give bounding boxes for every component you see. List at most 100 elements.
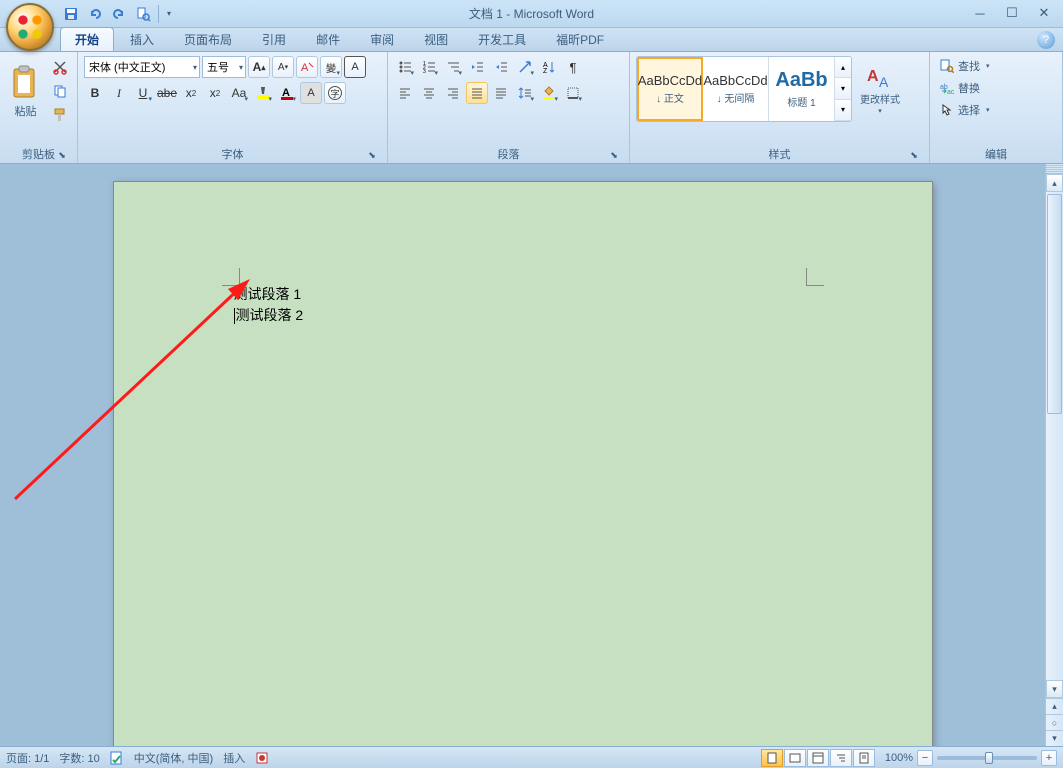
tab-review[interactable]: 审阅 bbox=[356, 28, 408, 51]
subscript-button[interactable]: x2 bbox=[180, 82, 202, 104]
tab-insert[interactable]: 插入 bbox=[116, 28, 168, 51]
scroll-track[interactable] bbox=[1046, 192, 1063, 680]
find-button[interactable]: 查找▾ bbox=[936, 56, 994, 76]
document-body[interactable]: 测试段落 1 测试段落 2 bbox=[234, 284, 304, 326]
status-words[interactable]: 字数: 10 bbox=[59, 750, 99, 766]
underline-button[interactable]: U bbox=[132, 82, 154, 104]
zoom-in-button[interactable]: + bbox=[1041, 750, 1057, 766]
office-button[interactable] bbox=[6, 3, 54, 51]
scroll-thumb[interactable] bbox=[1047, 194, 1062, 414]
style-normal[interactable]: AaBbCcDd ↓ 正文 bbox=[637, 57, 703, 121]
zoom-thumb[interactable] bbox=[985, 752, 993, 764]
scroll-up-icon[interactable]: ▴ bbox=[1046, 174, 1063, 192]
asian-layout-button[interactable] bbox=[514, 56, 536, 78]
qat-customize-icon[interactable]: ▾ bbox=[163, 3, 175, 25]
redo-icon[interactable] bbox=[108, 3, 130, 25]
paragraph-launcher-icon[interactable]: ⬊ bbox=[607, 148, 621, 162]
line-spacing-button[interactable] bbox=[514, 82, 536, 104]
undo-icon[interactable] bbox=[84, 3, 106, 25]
increase-indent-button[interactable] bbox=[490, 56, 512, 78]
font-size-combo[interactable]: 五号▾ bbox=[202, 56, 246, 78]
style-scroll-up-icon[interactable]: ▴ bbox=[835, 57, 851, 78]
cut-icon[interactable] bbox=[49, 56, 71, 78]
borders-button[interactable] bbox=[562, 82, 584, 104]
minimize-button[interactable]: ─ bbox=[967, 4, 993, 22]
tab-mailings[interactable]: 邮件 bbox=[302, 28, 354, 51]
enclose-char-icon[interactable]: 字 bbox=[324, 82, 346, 104]
bold-button[interactable]: B bbox=[84, 82, 106, 104]
browse-prev-icon[interactable]: ▴ bbox=[1046, 698, 1063, 714]
replace-button[interactable]: abac替换 bbox=[936, 78, 994, 98]
split-handle[interactable] bbox=[1046, 164, 1063, 174]
style-heading1[interactable]: AaBb 标题 1 bbox=[769, 57, 835, 121]
view-print-layout-icon[interactable] bbox=[761, 749, 783, 767]
decrease-indent-button[interactable] bbox=[466, 56, 488, 78]
clear-format-icon[interactable]: A bbox=[296, 56, 318, 78]
multilevel-list-button[interactable] bbox=[442, 56, 464, 78]
align-left-button[interactable] bbox=[394, 82, 416, 104]
style-scroll-down-icon[interactable]: ▾ bbox=[835, 78, 851, 99]
align-justify-button[interactable] bbox=[466, 82, 488, 104]
strikethrough-button[interactable]: abe bbox=[156, 82, 178, 104]
tab-developer[interactable]: 开发工具 bbox=[464, 28, 540, 51]
text-line[interactable]: 测试段落 1 bbox=[234, 284, 304, 305]
paste-button[interactable]: 粘贴 bbox=[6, 56, 45, 128]
view-draft-icon[interactable] bbox=[853, 749, 875, 767]
shading-button[interactable] bbox=[538, 82, 560, 104]
browse-object-icon[interactable]: ○ bbox=[1046, 714, 1063, 730]
document-viewport[interactable]: 测试段落 1 测试段落 2 bbox=[0, 164, 1045, 746]
font-color-button[interactable]: A bbox=[276, 82, 298, 104]
zoom-level[interactable]: 100% bbox=[885, 752, 913, 764]
style-no-spacing[interactable]: AaBbCcDd ↓ 无间隔 bbox=[703, 57, 769, 121]
tab-view[interactable]: 视图 bbox=[410, 28, 462, 51]
help-icon[interactable]: ? bbox=[1037, 31, 1055, 49]
align-center-button[interactable] bbox=[418, 82, 440, 104]
view-full-screen-icon[interactable] bbox=[784, 749, 806, 767]
align-distribute-button[interactable] bbox=[490, 82, 512, 104]
maximize-button[interactable]: ☐ bbox=[999, 4, 1025, 22]
tab-layout[interactable]: 页面布局 bbox=[170, 28, 246, 51]
styles-launcher-icon[interactable]: ⬊ bbox=[907, 148, 921, 162]
print-preview-icon[interactable] bbox=[132, 3, 154, 25]
tab-foxit[interactable]: 福昕PDF bbox=[542, 28, 618, 51]
align-right-button[interactable] bbox=[442, 82, 464, 104]
numbering-button[interactable]: 123 bbox=[418, 56, 440, 78]
style-expand-icon[interactable]: ▾ bbox=[835, 100, 851, 121]
vertical-scrollbar[interactable]: ▴ ▾ ▴ ○ ▾ bbox=[1045, 164, 1063, 746]
save-icon[interactable] bbox=[60, 3, 82, 25]
change-case-button[interactable]: Aa bbox=[228, 82, 250, 104]
italic-button[interactable]: I bbox=[108, 82, 130, 104]
status-language[interactable]: 中文(简体, 中国) bbox=[134, 750, 213, 766]
change-styles-button[interactable]: AA 更改样式 ▾ bbox=[856, 56, 904, 122]
zoom-out-button[interactable]: − bbox=[917, 750, 933, 766]
status-page[interactable]: 页面: 1/1 bbox=[6, 750, 49, 766]
select-button[interactable]: 选择▾ bbox=[936, 100, 994, 120]
show-marks-button[interactable]: ¶ bbox=[562, 56, 584, 78]
status-mode[interactable]: 插入 bbox=[223, 750, 245, 766]
copy-icon[interactable] bbox=[49, 80, 71, 102]
view-outline-icon[interactable] bbox=[830, 749, 852, 767]
bullets-button[interactable] bbox=[394, 56, 416, 78]
status-proofing-icon[interactable] bbox=[110, 751, 124, 765]
font-name-combo[interactable]: 宋体 (中文正文)▾ bbox=[84, 56, 200, 78]
grow-font-icon[interactable]: A▴ bbox=[248, 56, 270, 78]
highlight-button[interactable] bbox=[252, 82, 274, 104]
zoom-slider[interactable] bbox=[937, 756, 1037, 760]
view-web-layout-icon[interactable] bbox=[807, 749, 829, 767]
phonetic-guide-icon[interactable]: 變 bbox=[320, 56, 342, 78]
clipboard-launcher-icon[interactable]: ⬊ bbox=[55, 148, 69, 162]
char-shading-icon[interactable]: A bbox=[300, 82, 322, 104]
close-button[interactable]: ✕ bbox=[1031, 4, 1057, 22]
browse-next-icon[interactable]: ▾ bbox=[1046, 730, 1063, 746]
shrink-font-icon[interactable]: A▾ bbox=[272, 56, 294, 78]
char-border-icon[interactable]: A bbox=[344, 56, 366, 78]
text-line[interactable]: 测试段落 2 bbox=[234, 305, 304, 326]
sort-button[interactable]: AZ bbox=[538, 56, 560, 78]
document-page[interactable]: 测试段落 1 测试段落 2 bbox=[114, 182, 932, 746]
scroll-down-icon[interactable]: ▾ bbox=[1046, 680, 1063, 698]
format-painter-icon[interactable] bbox=[49, 104, 71, 126]
tab-home[interactable]: 开始 bbox=[60, 27, 114, 51]
superscript-button[interactable]: x2 bbox=[204, 82, 226, 104]
status-macro-icon[interactable] bbox=[255, 751, 269, 765]
tab-references[interactable]: 引用 bbox=[248, 28, 300, 51]
